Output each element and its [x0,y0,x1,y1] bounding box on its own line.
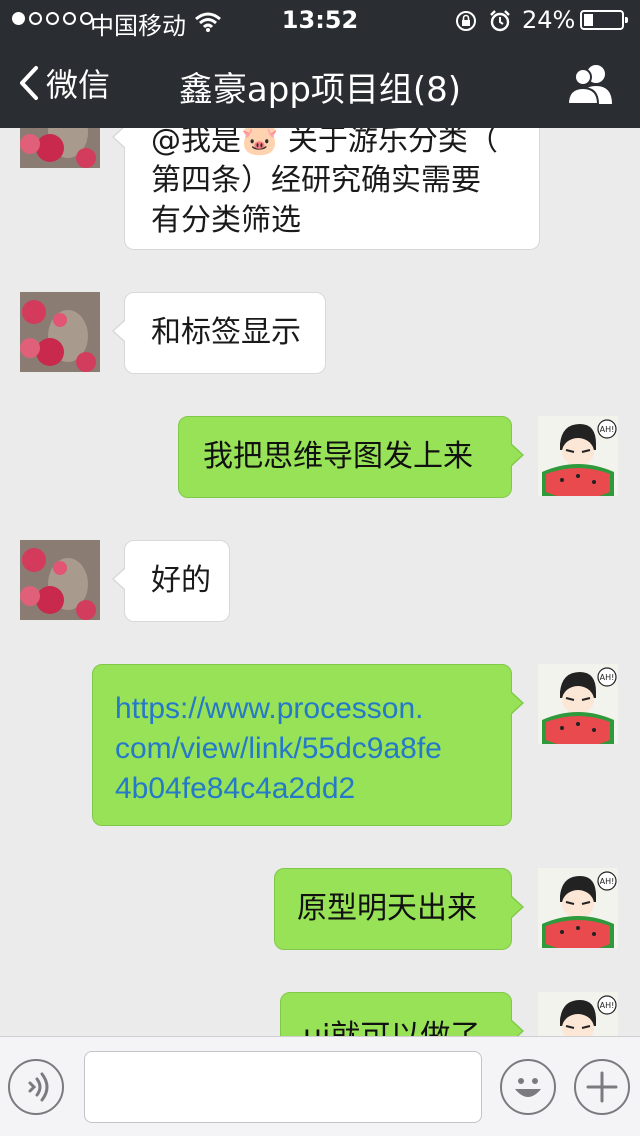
plus-icon [586,1071,618,1103]
avatar-badge: AH! [600,425,615,434]
link-message-bubble[interactable]: https://www.processon. com/view/link/55d… [92,664,524,826]
chat-title: 鑫豪app项目组(8) [178,70,462,110]
my-avatar[interactable]: AH! [538,664,618,744]
sender-avatar[interactable] [20,540,100,620]
message-input[interactable] [84,1051,482,1123]
sender-avatar[interactable] [20,292,100,372]
message-bubble[interactable]: 和标签显示 [112,292,326,374]
lock-rotation-icon [454,9,478,39]
message-bubble[interactable]: @我是🐷 关于游乐分类（ 第四条）经研究确实需要 有分类筛选 [112,128,540,250]
sender-avatar[interactable] [20,128,100,168]
avatar-badge: AH! [600,673,615,682]
top-bar: 中国移动 13:52 24% 微信 鑫豪app项目组(8) [0,0,640,128]
message-bubble[interactable]: 原型明天出来 [274,868,524,950]
emoji-button[interactable] [500,1059,556,1115]
my-avatar[interactable]: AH! [538,868,618,948]
voice-button[interactable] [8,1059,64,1115]
battery-percent: 24% [522,6,576,34]
group-members-icon[interactable] [566,62,614,110]
avatar-badge: AH! [600,877,615,886]
message-text: 我把思维导图发上来 [203,439,473,474]
nav-bar: 微信 鑫豪app项目组(8) [0,40,640,128]
message-text: ui就可以做了 [303,1017,511,1036]
message-bubble[interactable]: ui就可以做了 [280,992,524,1036]
input-bar [0,1036,640,1136]
my-avatar[interactable]: AH! [538,992,618,1036]
message-bubble[interactable]: 我把思维导图发上来 [178,416,524,498]
avatar-badge: AH! [600,1001,615,1010]
my-avatar[interactable]: AH! [538,416,618,496]
message-list[interactable]: @我是🐷 关于游乐分类（ 第四条）经研究确实需要 有分类筛选 和标签显示 我把思… [0,128,640,1036]
alarm-icon [488,9,512,39]
message-link[interactable]: https://www.processon. com/view/link/55d… [115,689,511,809]
battery-icon [580,10,628,30]
voice-icon [28,1072,49,1102]
status-bar: 中国移动 13:52 24% [0,0,640,40]
message-text: 好的 [151,563,211,598]
message-bubble[interactable]: 好的 [112,540,230,622]
message-text: 原型明天出来 [297,891,477,926]
more-button[interactable] [574,1059,630,1115]
message-text: 和标签显示 [151,315,301,350]
message-text: @我是🐷 关于游乐分类（ 第四条）经研究确实需要 有分类筛选 [151,128,498,238]
emoji-icon [515,1078,541,1097]
